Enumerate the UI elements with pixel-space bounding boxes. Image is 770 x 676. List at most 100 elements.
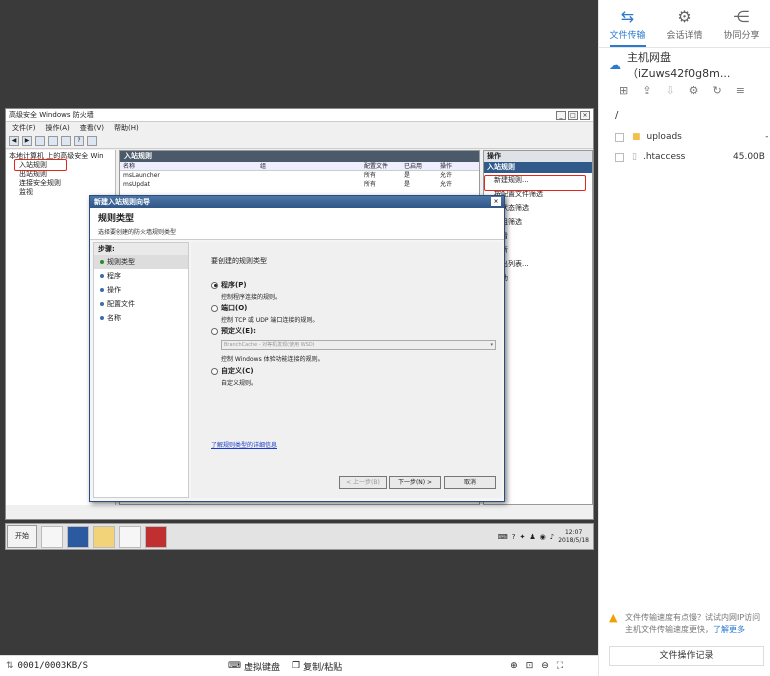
radio-program[interactable] xyxy=(211,281,218,289)
folder-icon[interactable] xyxy=(35,136,45,146)
menu-view[interactable]: 查看(V) xyxy=(80,123,104,133)
refresh-icon[interactable]: ↻ xyxy=(713,84,722,97)
highlight-new-rule xyxy=(484,175,586,191)
table-row[interactable]: msUpdat 所有 是 允许 xyxy=(120,180,479,189)
clipboard-icon[interactable]: ❐ xyxy=(292,661,300,671)
new-folder-icon[interactable]: ⊞ xyxy=(619,84,628,97)
file-name: .htaccess xyxy=(642,152,686,162)
radio-custom[interactable] xyxy=(211,367,218,375)
wizard-steps: 步骤: 规则类型 程序 操作 配置文件 名称 xyxy=(93,242,189,498)
col-enabled[interactable]: 已启用 xyxy=(404,162,440,170)
network-icon[interactable] xyxy=(119,525,141,548)
browser-icon[interactable]: ◉ xyxy=(540,533,546,541)
menu-action[interactable]: 操作(A) xyxy=(46,123,70,133)
maximize-button[interactable]: □ xyxy=(568,110,578,120)
zoom-out-icon[interactable]: ⊖ xyxy=(541,661,549,671)
virtual-keyboard-button[interactable]: 虚拟键盘 xyxy=(244,660,280,673)
keyboard-icon[interactable]: ⌨ xyxy=(228,661,241,671)
predefined-select[interactable]: BranchCache - 对等机发现(使用 WSD) xyxy=(221,340,496,350)
step-dot-icon xyxy=(100,288,104,292)
tree-item-outbound[interactable]: 出站规则 xyxy=(9,170,112,179)
step-rule-type[interactable]: 规则类型 xyxy=(94,255,188,269)
tab-share[interactable]: ⋲ 协同分享 xyxy=(713,0,770,47)
option-label: 端口(O) xyxy=(221,304,248,312)
file-checkbox[interactable] xyxy=(615,132,624,142)
list-icon[interactable] xyxy=(48,136,58,146)
step-name[interactable]: 名称 xyxy=(94,311,188,325)
gear-icon: ⚙ xyxy=(677,7,692,26)
rule-type-question: 要创建的规则类型 xyxy=(211,257,267,265)
step-program[interactable]: 程序 xyxy=(94,269,188,283)
col-profile[interactable]: 配置文件 xyxy=(364,162,404,170)
zoom-fit-icon[interactable]: ⊡ xyxy=(526,661,534,671)
settings-icon[interactable]: ⚙ xyxy=(689,84,699,97)
zoom-in-icon[interactable]: ⊕ xyxy=(510,661,518,671)
upload-icon[interactable]: ⇪ xyxy=(642,84,651,97)
col-group[interactable]: 组 xyxy=(260,162,364,170)
start-button[interactable]: 开始 xyxy=(7,525,37,548)
actions-selected[interactable]: 入站规则 xyxy=(484,162,592,173)
tray-icon[interactable]: ✦ xyxy=(520,533,526,541)
option-program[interactable]: 程序(P) 控制程序连接的规则。 xyxy=(211,280,281,301)
copy-paste-button[interactable]: 复制/粘贴 xyxy=(303,660,342,673)
option-predefined[interactable]: 预定义(E): xyxy=(211,326,256,336)
tab-session-details[interactable]: ⚙ 会话详情 xyxy=(656,0,713,47)
rule-group xyxy=(260,180,364,189)
back-icon[interactable]: ◀ xyxy=(9,136,19,146)
tree-item-connection-security[interactable]: 连接安全规则 xyxy=(9,179,112,188)
fullscreen-icon[interactable]: ⛶ xyxy=(557,661,563,671)
option-desc: 控制程序连接的规则。 xyxy=(221,294,282,301)
option-label: 自定义(C) xyxy=(221,367,254,375)
col-name[interactable]: 名称 xyxy=(120,162,260,170)
panel-icon[interactable] xyxy=(87,136,97,146)
step-action[interactable]: 操作 xyxy=(94,283,188,297)
export-icon[interactable] xyxy=(61,136,71,146)
minimize-button[interactable]: _ xyxy=(556,110,566,120)
learn-more-link[interactable]: 了解更多 xyxy=(713,625,745,634)
radio-port[interactable] xyxy=(211,304,218,312)
file-log-button[interactable]: 文件操作记录 xyxy=(609,646,764,666)
explorer-icon[interactable] xyxy=(93,525,115,548)
menu-help[interactable]: 帮助(H) xyxy=(114,123,139,133)
rule-name: msLauncher xyxy=(123,172,160,179)
server-manager-icon[interactable] xyxy=(41,525,63,548)
help-icon[interactable]: ? xyxy=(74,136,84,146)
step-dot-icon xyxy=(100,316,104,320)
forward-icon[interactable]: ▶ xyxy=(22,136,32,146)
list-item[interactable]: ■ uploads - xyxy=(599,127,770,147)
powershell-icon[interactable] xyxy=(67,525,89,548)
download-icon[interactable]: ⇩ xyxy=(665,84,674,97)
remote-desktop[interactable]: 高级安全 Windows 防火墙 _ □ × 文件(F) 操作(A) 查看(V)… xyxy=(0,0,598,655)
cancel-button[interactable]: 取消 xyxy=(444,476,496,489)
user-icon[interactable]: ♟ xyxy=(529,533,535,541)
clock-time: 12:07 xyxy=(564,528,583,536)
option-custom[interactable]: 自定义(C) 自定义规则。 xyxy=(211,366,257,387)
keyboard-icon[interactable]: ⌨ xyxy=(498,533,508,541)
next-button[interactable]: 下一步(N) > xyxy=(389,476,441,489)
learn-more-link[interactable]: 了解规则类型的详细信息 xyxy=(211,440,277,449)
steps-header: 步骤: xyxy=(94,243,188,255)
back-button[interactable]: < 上一步(B) xyxy=(339,476,387,489)
radio-predefined[interactable] xyxy=(211,327,218,335)
firewall-icon[interactable] xyxy=(145,525,167,548)
file-checkbox[interactable] xyxy=(615,152,624,162)
wizard-close-button[interactable]: × xyxy=(491,197,501,206)
windows-taskbar: 开始 ⌨ ? ✦ ♟ ◉ ♪ 12:07 2018/5/18 xyxy=(5,523,594,550)
host-drive-title: 主机网盘（iZuws42f0g8m... xyxy=(627,51,731,80)
sort-icon[interactable]: ≡ xyxy=(736,84,745,97)
wizard-header: 规则类型 选择要创建的防火墙规则类型 xyxy=(90,208,504,240)
volume-icon[interactable]: ♪ xyxy=(550,533,554,541)
col-action[interactable]: 操作 xyxy=(440,162,479,170)
close-button[interactable]: × xyxy=(580,110,590,120)
bottom-bar: ⇅ 0001/0003KB/S ⌨ 虚拟键盘 ❐ 复制/粘贴 ⊕ ⊡ ⊖ ⛶ xyxy=(0,655,598,676)
table-row[interactable]: msLauncher 所有 是 允许 xyxy=(120,171,479,180)
option-port[interactable]: 端口(O) 控制 TCP 或 UDP 端口连接的规则。 xyxy=(211,303,318,324)
tab-file-transfer[interactable]: ⇆ 文件传输 xyxy=(599,0,656,47)
help-icon[interactable]: ? xyxy=(512,533,516,541)
file-transfer-icon: ⇆ xyxy=(620,7,635,26)
transfer-speed: 0001/0003KB/S xyxy=(17,661,88,671)
clock[interactable]: 12:07 2018/5/18 xyxy=(558,529,589,545)
list-item[interactable]: ▯ .htaccess 45.00B xyxy=(599,147,770,167)
menu-file[interactable]: 文件(F) xyxy=(12,123,36,133)
step-profile[interactable]: 配置文件 xyxy=(94,297,188,311)
